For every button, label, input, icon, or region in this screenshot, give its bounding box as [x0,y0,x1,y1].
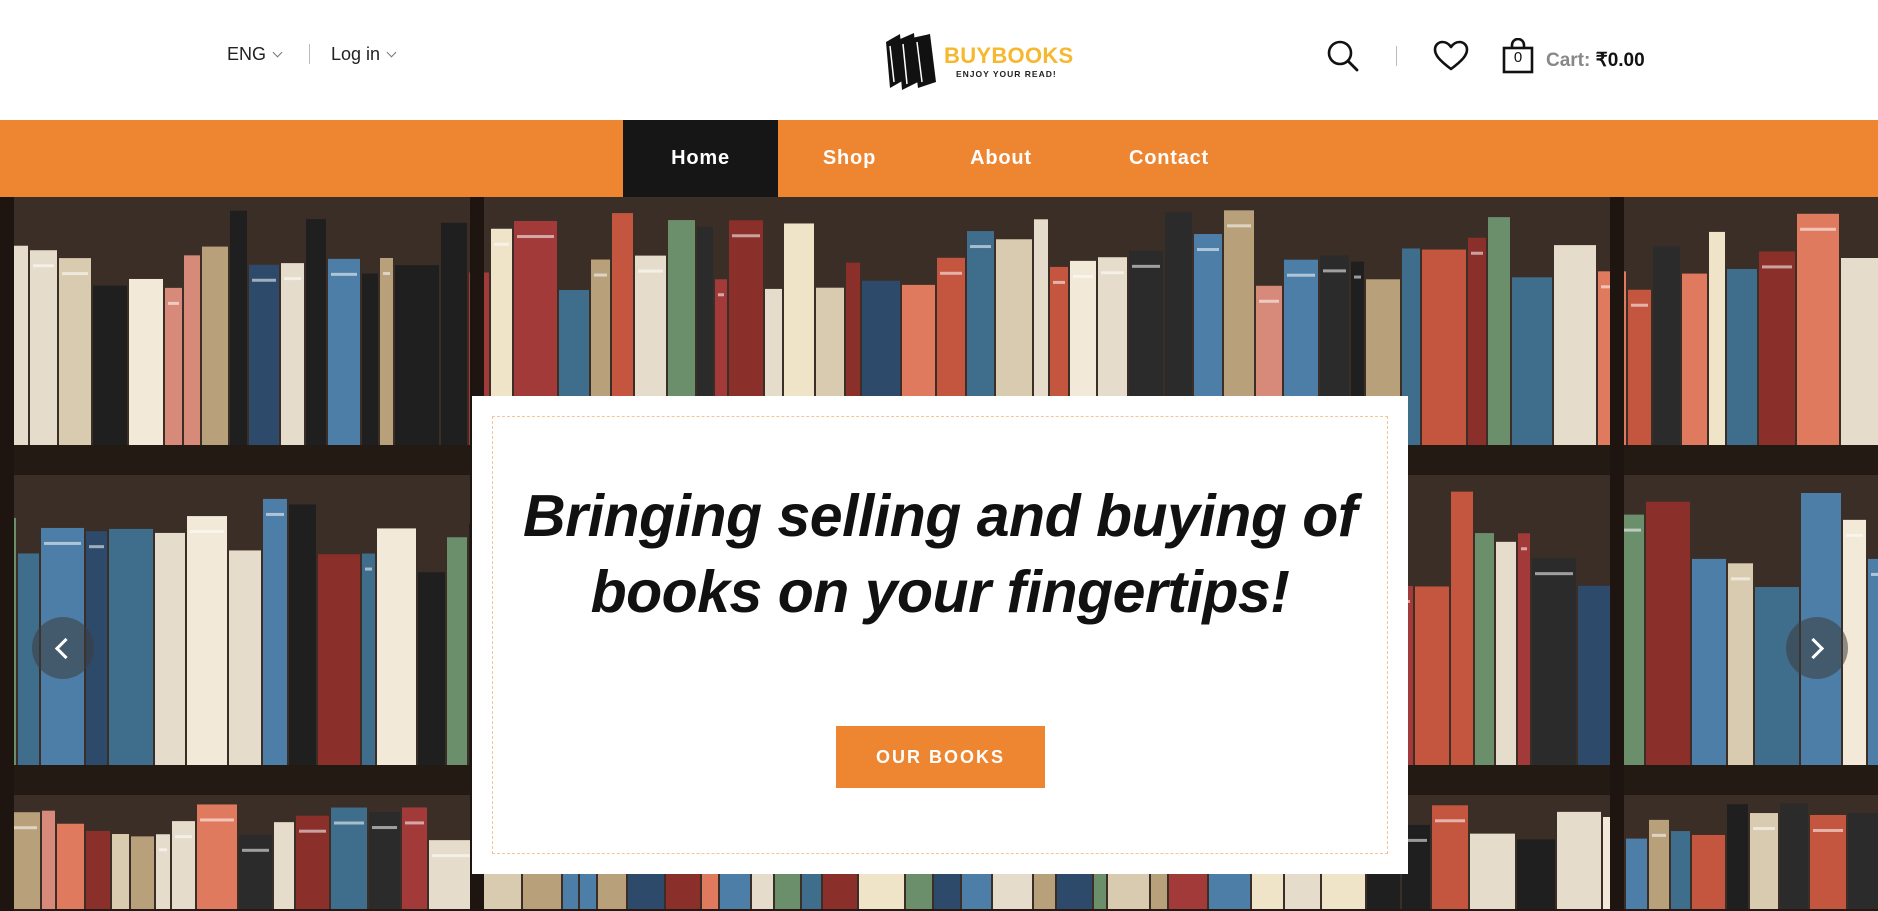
our-books-button[interactable]: OUR BOOKS [836,726,1045,788]
login-dropdown[interactable]: Log in [331,44,397,65]
logo-tagline: ENJOY YOUR READ! [956,69,1057,79]
nav-item-about[interactable]: About [921,120,1081,197]
hero-headline: Bringing selling and buying of books on … [523,483,1357,625]
header-divider [309,44,310,64]
header-divider [1396,46,1397,66]
main-nav: Home Shop About Contact [0,120,1878,197]
site-logo[interactable]: BUYBOOKS ENJOY YOUR READ! [882,32,1074,92]
chevron-left-icon[interactable] [32,617,94,679]
language-selector[interactable]: ENG [227,44,283,65]
nav-item-home[interactable]: Home [623,120,778,197]
language-label: ENG [227,44,267,64]
nav-item-shop[interactable]: Shop [778,120,921,197]
search-icon[interactable] [1327,40,1359,72]
nav-item-contact[interactable]: Contact [1081,120,1257,197]
cart-count: 0 [1513,49,1523,66]
books-logo-icon [886,33,936,90]
chevron-down-icon [272,47,283,58]
chevron-down-icon [386,47,397,58]
nav-menu: Home Shop About Contact [623,120,1257,197]
hero-card: Bringing selling and buying of books on … [472,396,1408,874]
site-header: ENG Log in BUYBOOKS ENJOY YOUR READ! 0 C… [0,0,1878,120]
login-label: Log in [331,44,381,64]
heart-icon[interactable] [1433,40,1469,72]
cart-label: Cart: [1546,50,1591,71]
cart-total[interactable]: Cart: ₹0.00 [1546,49,1645,72]
chevron-right-icon[interactable] [1786,617,1848,679]
cart-amount: ₹0.00 [1595,50,1645,71]
logo-name: BUYBOOKS [944,43,1074,68]
